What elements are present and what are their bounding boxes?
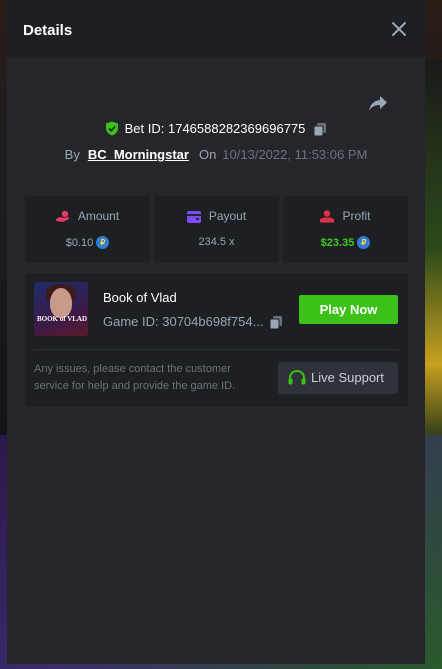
- modal-title: Details: [23, 22, 73, 39]
- copy-icon[interactable]: [313, 122, 327, 139]
- stat-amount-value-row: $0.10: [25, 236, 150, 249]
- headset-icon: [278, 369, 311, 385]
- stat-profit-label-row: Profit: [283, 209, 408, 223]
- stat-payout-value: 234.5 x: [198, 236, 235, 248]
- hand-coin-icon: [55, 209, 78, 223]
- stat-amount-label-row: Amount: [25, 209, 150, 223]
- stat-payout-label: Payout: [208, 209, 247, 223]
- bet-stats: Amount $0.10 Payout 234.5 x Profit $23.3…: [25, 196, 408, 263]
- stat-payout-value-row: 234.5 x: [154, 236, 279, 248]
- currency-coin-icon: [96, 236, 110, 249]
- bet-id-line: Bet ID: 1746588282369696775: [7, 121, 425, 139]
- stat-profit-value-row: $23.35: [283, 236, 408, 249]
- support-note: Any issues, please contact the customer …: [34, 363, 236, 392]
- live-support-button[interactable]: Live Support: [278, 362, 398, 394]
- bet-id: Bet ID: 1746588282369696775: [124, 121, 306, 136]
- stat-profit: Profit $23.35: [283, 196, 408, 263]
- username-link[interactable]: BC_Morningstar: [88, 147, 189, 162]
- stat-profit-label: Profit: [342, 209, 371, 223]
- on-label: On: [198, 147, 217, 162]
- game-id-row: Game ID: 30704b698f754...: [103, 314, 283, 332]
- profit-icon: [320, 209, 342, 223]
- bet-date: 10/13/2022, 11:53:06 PM: [222, 147, 368, 162]
- stat-payout-label-row: Payout: [154, 209, 279, 223]
- close-icon[interactable]: [391, 21, 407, 37]
- shield-check-icon: [105, 121, 119, 139]
- game-id: Game ID: 30704b698f754...: [103, 314, 264, 329]
- game-name: Book of Vlad: [103, 290, 177, 305]
- divider: [34, 349, 399, 350]
- stat-payout: Payout 234.5 x: [154, 196, 279, 263]
- game-thumbnail[interactable]: BOOK of VLAD: [34, 282, 88, 336]
- details-modal: Details Bet ID: 1746588282369696775 By BC…: [7, 0, 425, 664]
- game-card: BOOK of VLAD Book of Vlad Game ID: 30704…: [25, 273, 408, 407]
- by-label: By: [64, 147, 80, 162]
- wallet-icon: [186, 209, 209, 223]
- stat-profit-value: $23.35: [320, 237, 355, 249]
- copy-icon[interactable]: [269, 315, 283, 332]
- thumbnail-face: [50, 288, 72, 318]
- stat-amount-value: $0.10: [65, 237, 94, 249]
- stat-amount: Amount $0.10: [25, 196, 150, 263]
- currency-coin-icon: [357, 236, 371, 249]
- background-right: [425, 60, 442, 440]
- thumbnail-title: BOOK of VLAD: [37, 315, 88, 323]
- live-support-label: Live Support: [311, 370, 384, 385]
- play-now-button[interactable]: Play Now: [299, 295, 398, 324]
- share-icon[interactable]: [368, 95, 388, 113]
- modal-header: Details: [7, 0, 425, 58]
- stat-amount-label: Amount: [77, 209, 120, 223]
- bet-byline: By BC_Morningstar On 10/13/2022, 11:53:06 P…: [7, 147, 425, 162]
